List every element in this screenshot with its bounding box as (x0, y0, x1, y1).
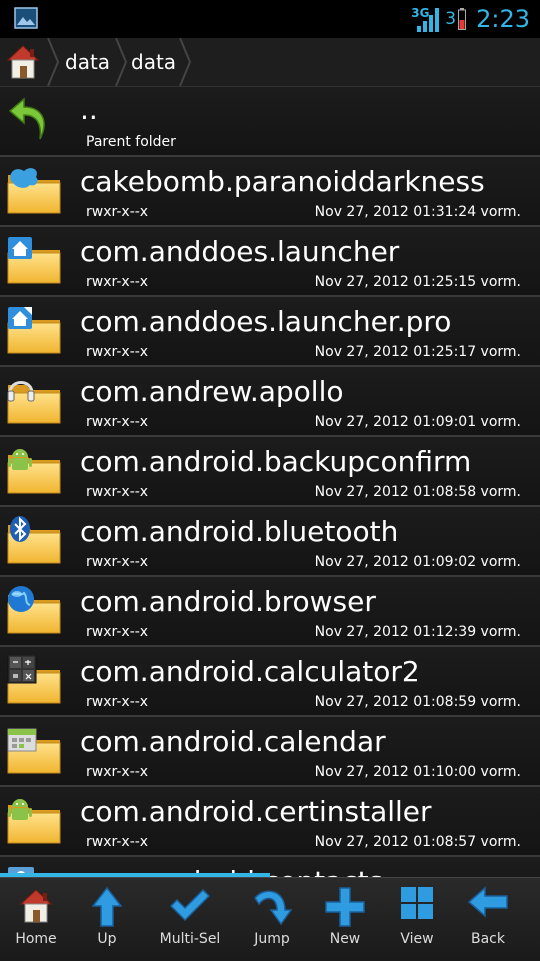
file-date: Nov 27, 2012 01:10:00 vorm. (314, 764, 521, 780)
file-permissions: rwxr-x--x (86, 484, 149, 500)
file-row[interactable]: com.anddoes.launcher rwxr-x--x Nov 27, 2… (0, 227, 540, 297)
back-arrow-icon (8, 97, 45, 140)
notification-count: 3 (445, 9, 457, 29)
paranoid-android-icon (6, 168, 62, 217)
back-label: Back (471, 931, 505, 947)
file-permissions: rwxr-x--x (86, 414, 149, 430)
bluetooth-icon (6, 516, 62, 567)
file-date: Nov 27, 2012 01:09:01 vorm. (314, 414, 521, 430)
path-bar: data data (0, 38, 540, 87)
parent-folder-label: Parent folder (86, 134, 176, 150)
signal-icon: 3G (411, 4, 441, 34)
file-row[interactable]: com.android.browser rwxr-x--x Nov 27, 20… (0, 577, 540, 647)
file-permissions: rwxr-x--x (86, 204, 149, 220)
crumb-separator-icon (179, 38, 192, 86)
file-list[interactable]: .. Parent folder cakebomb.paranoiddarkne… (0, 87, 540, 877)
file-permissions: rwxr-x--x (86, 764, 149, 780)
file-date: Nov 27, 2012 01:08:59 vorm. (314, 694, 521, 710)
parent-folder-row[interactable]: .. Parent folder (0, 87, 540, 157)
bottom-toolbar: Home Up Multi-Sel Jump New View Back (0, 877, 540, 961)
file-row[interactable]: cakebomb.paranoiddarkness rwxr-x--x Nov … (0, 157, 540, 227)
file-name: com.anddoes.launcher (80, 235, 400, 268)
headphones-icon (7, 381, 62, 427)
checkmark-icon (169, 888, 211, 922)
file-name: com.android.bluetooth (80, 515, 399, 548)
home-crumb-icon[interactable] (4, 42, 42, 82)
file-name: com.android.calendar (80, 725, 386, 758)
plus-icon (325, 887, 365, 927)
clock: 2:23 (476, 5, 530, 33)
file-date: Nov 27, 2012 01:25:15 vorm. (314, 274, 521, 290)
file-name: com.anddoes.launcher.pro (80, 305, 452, 338)
multi-select-label: Multi-Sel (159, 931, 221, 947)
file-date: Nov 27, 2012 01:12:39 vorm. (314, 624, 521, 640)
file-name: com.andrew.apollo (80, 375, 344, 408)
android-icon (6, 799, 62, 847)
launcher-icon (6, 237, 62, 287)
home-icon (19, 889, 53, 923)
crumb-separator-icon (47, 38, 60, 86)
file-date: Nov 27, 2012 01:31:24 vorm. (314, 204, 521, 220)
up-arrow-icon (91, 886, 123, 927)
file-permissions: rwxr-x--x (86, 344, 149, 360)
file-date: Nov 27, 2012 01:08:57 vorm. (314, 834, 521, 850)
file-permissions: rwxr-x--x (86, 834, 149, 850)
crumb-separator-icon (115, 38, 128, 86)
android-icon (6, 449, 62, 497)
file-permissions: rwxr-x--x (86, 624, 149, 640)
parent-folder-name: .. (80, 93, 98, 126)
back-button[interactable]: Back (452, 878, 524, 961)
calculator-icon (7, 655, 62, 707)
grid-view-icon (401, 887, 433, 919)
view-button[interactable]: View (381, 878, 453, 961)
back-arrow-icon (467, 886, 508, 918)
file-name: com.android.browser (80, 585, 376, 618)
file-row[interactable]: com.android.certinstaller rwxr-x--x Nov … (0, 787, 540, 857)
file-row[interactable]: com.anddoes.launcher.pro rwxr-x--x Nov 2… (0, 297, 540, 367)
file-permissions: rwxr-x--x (86, 554, 149, 570)
file-date: Nov 27, 2012 01:09:02 vorm. (314, 554, 521, 570)
crumb-data-2[interactable]: data (131, 38, 176, 86)
file-row[interactable]: com.android.calculator2 rwxr-x--x Nov 27… (0, 647, 540, 717)
file-name: com.android.certinstaller (80, 795, 432, 828)
status-bar: 3G 3 2:23 (0, 0, 540, 38)
file-name: cakebomb.paranoiddarkness (80, 165, 485, 198)
multi-select-button[interactable]: Multi-Sel (154, 878, 226, 961)
up-button[interactable]: Up (71, 878, 143, 961)
up-label: Up (97, 931, 117, 947)
file-row[interactable]: com.andrew.apollo rwxr-x--x Nov 27, 2012… (0, 367, 540, 437)
globe-icon (6, 586, 62, 637)
launcher-pro-icon (6, 307, 62, 357)
crumb-data-1[interactable]: data (65, 38, 110, 86)
file-row[interactable]: com.android.calendar rwxr-x--x Nov 27, 2… (0, 717, 540, 787)
file-date: Nov 27, 2012 01:25:17 vorm. (314, 344, 521, 360)
new-button[interactable]: New (309, 878, 381, 961)
calendar-icon (7, 728, 62, 777)
gallery-notification-icon (14, 7, 38, 29)
file-row[interactable]: com.android.bluetooth rwxr-x--x Nov 27, … (0, 507, 540, 577)
home-button[interactable]: Home (0, 878, 72, 961)
file-name: com.android.backupconfirm (80, 445, 472, 478)
file-permissions: rwxr-x--x (86, 274, 149, 290)
file-name: com.android.calculator2 (80, 655, 420, 688)
file-row[interactable]: com.android.backupconfirm rwxr-x--x Nov … (0, 437, 540, 507)
battery-icon (458, 8, 467, 30)
jump-button[interactable]: Jump (236, 878, 308, 961)
file-date: Nov 27, 2012 01:08:58 vorm. (314, 484, 521, 500)
jump-arrow-icon (254, 890, 293, 926)
file-permissions: rwxr-x--x (86, 694, 149, 710)
